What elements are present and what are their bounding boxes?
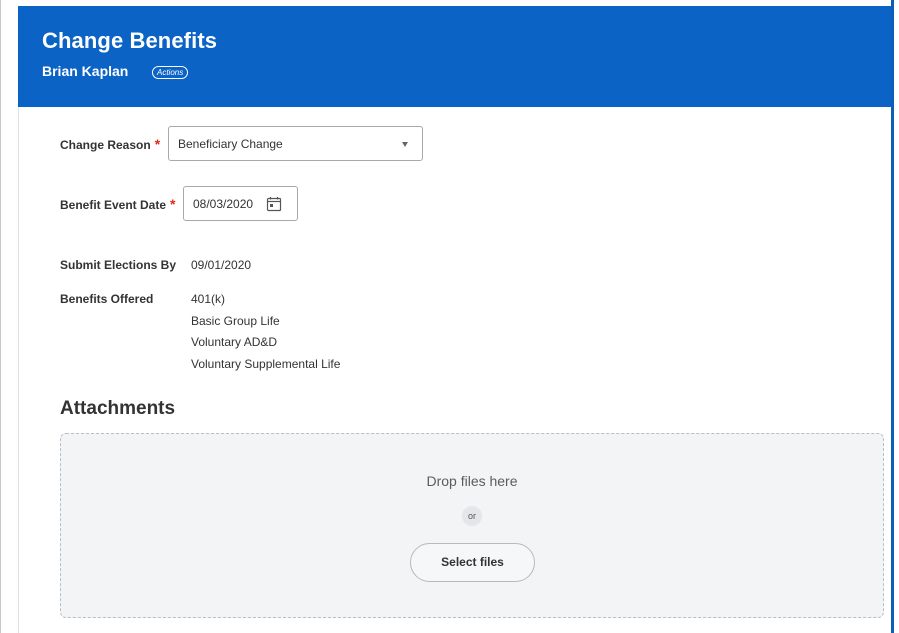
benefit-event-date-label-text: Benefit Event Date [60,198,167,212]
benefit-event-date-label: Benefit Event Date * [60,196,175,212]
change-reason-select[interactable]: Beneficiary Change [168,126,423,161]
change-reason-value: Beneficiary Change [178,137,283,151]
select-files-button[interactable]: Select files [410,543,535,582]
benefit-item: 401(k) [191,292,226,306]
benefit-item: Basic Group Life [191,314,280,328]
worker-name-link[interactable]: Brian Kaplan [42,63,128,79]
window-left-edge [0,0,1,633]
benefit-item: Voluntary AD&D [191,335,278,349]
page-frame: Change Benefits Brian Kaplan Actions Cha… [0,0,899,633]
benefit-item: Voluntary Supplemental Life [191,357,341,371]
benefit-event-date-field[interactable]: 08/03/2020 [183,186,298,221]
page-header [18,6,891,107]
change-reason-label: Change Reason * [60,136,160,152]
page-title: Change Benefits [42,28,218,53]
or-separator: or [462,506,482,526]
related-actions-button[interactable]: Actions [152,66,189,79]
file-drop-zone[interactable]: Drop files here or Select files [60,433,884,618]
attachments-heading: Attachments [60,398,176,419]
submit-elections-by-label: Submit Elections By [60,258,177,272]
benefit-event-date-value: 08/03/2020 [193,197,254,211]
drop-files-text: Drop files here [426,473,518,489]
submit-elections-by-value: 09/01/2020 [191,258,252,272]
window-right-edge [891,0,894,633]
required-indicator: * [170,196,176,212]
calendar-icon[interactable] [266,196,282,212]
required-indicator: * [154,136,161,152]
benefits-offered-label: Benefits Offered [60,292,154,306]
chevron-down-icon [402,142,408,147]
change-reason-label-text: Change Reason [60,138,151,152]
